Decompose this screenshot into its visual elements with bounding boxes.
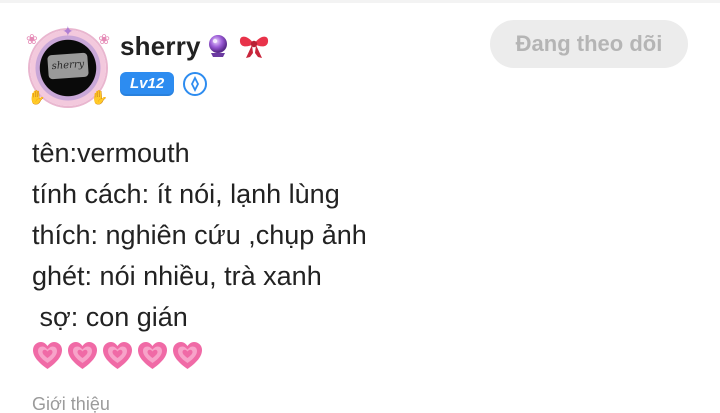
hearts-row	[32, 339, 692, 373]
frame-flower-icon: ❀	[26, 31, 38, 47]
growing-heart-icon	[68, 342, 97, 369]
frame-hand-icon: ✋	[90, 89, 108, 105]
growing-heart-icon	[173, 342, 202, 369]
bio: tên:vermouth tính cách: ít nói, lạnh lùn…	[32, 133, 692, 373]
avatar-image-text: sherry	[47, 52, 89, 80]
frame-hand-icon: ✋	[28, 89, 46, 105]
profile-page: sherry ✦ ❀ ❀ ✋ ✋ sherry Lv12 Đang theo d…	[0, 0, 720, 413]
username-row: sherry	[120, 26, 271, 66]
crystal-ball-icon	[208, 35, 227, 57]
frame-flower-icon: ❀	[98, 31, 110, 47]
medal-icon[interactable]	[182, 71, 208, 97]
bio-line-likes: thích: nghiên cứu ,chụp ảnh	[32, 220, 367, 250]
avatar[interactable]: sherry ✦ ❀ ❀ ✋ ✋	[26, 24, 110, 108]
bio-line-dislikes: ghét: nói nhiều, trà xanh	[32, 261, 322, 291]
following-button[interactable]: Đang theo dõi	[490, 20, 688, 68]
bio-line-name: tên:vermouth	[32, 138, 190, 168]
frame-crown-icon: ✦	[62, 23, 74, 39]
ribbon-icon	[239, 36, 268, 58]
bio-line-fears: sợ: con gián	[32, 302, 188, 332]
growing-heart-icon	[103, 342, 132, 369]
badge-row: Lv12	[120, 70, 208, 98]
intro-section-label[interactable]: Giới thiệu	[32, 393, 110, 413]
top-divider	[0, 0, 720, 3]
growing-heart-icon	[138, 342, 167, 369]
bio-line-personality: tính cách: ít nói, lạnh lùng	[32, 179, 340, 209]
level-badge[interactable]: Lv12	[120, 72, 175, 96]
username[interactable]: sherry	[120, 31, 201, 62]
growing-heart-icon	[33, 342, 62, 369]
